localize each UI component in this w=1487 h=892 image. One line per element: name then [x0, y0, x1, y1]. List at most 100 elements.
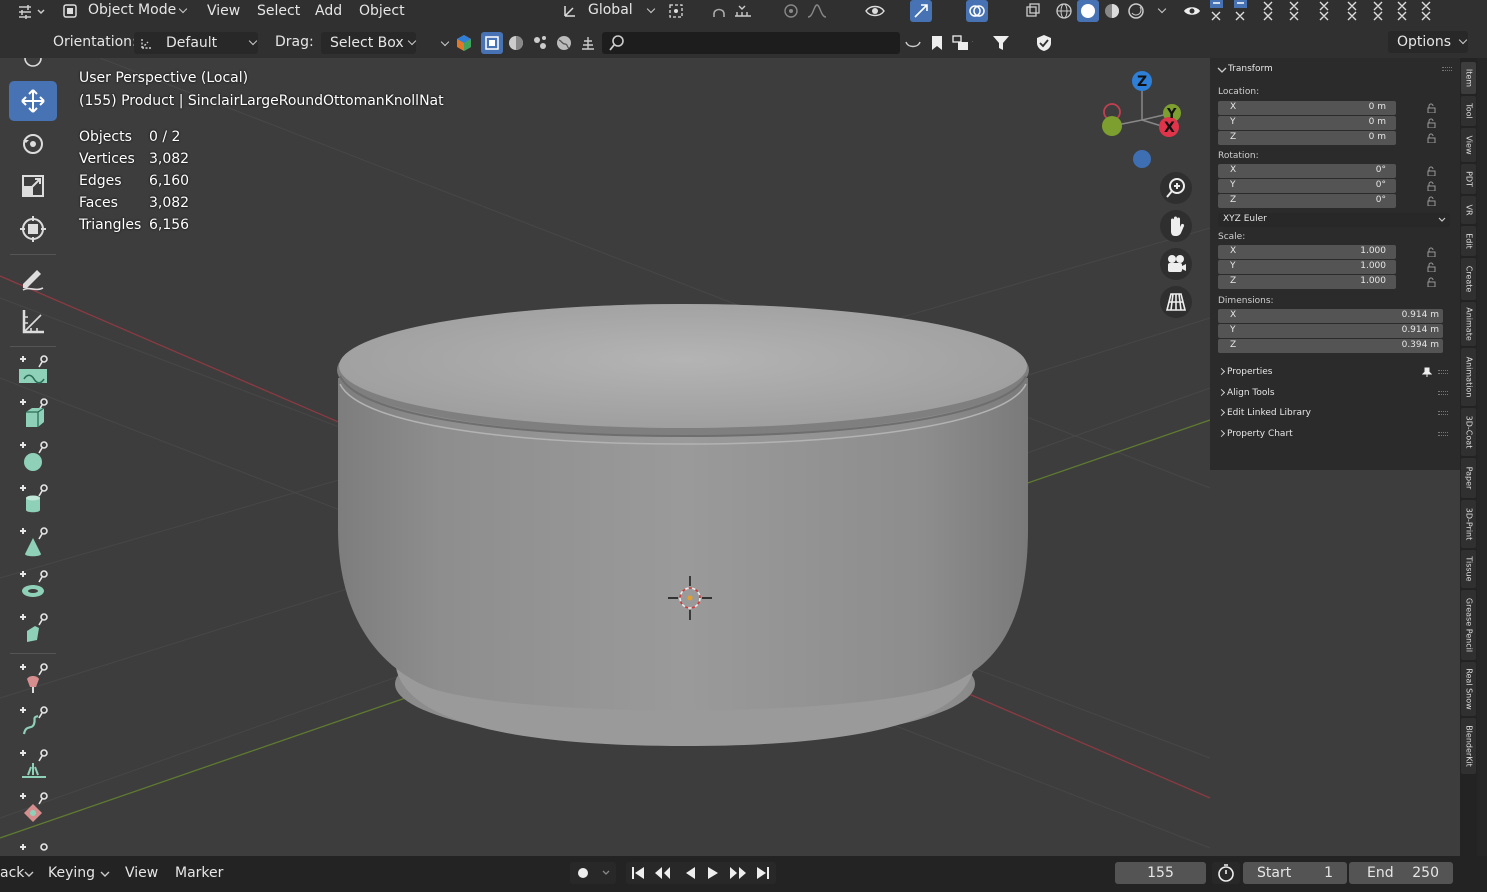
bookmark-icon[interactable] — [926, 32, 948, 54]
lock-icon[interactable] — [1426, 133, 1436, 143]
tab-blenderkit[interactable]: BlenderKit — [1461, 718, 1476, 774]
section-edit-linked-library[interactable]: Edit Linked Library — [1217, 405, 1450, 423]
perspective-toggle-icon[interactable] — [1160, 286, 1192, 318]
armature-icon[interactable] — [577, 32, 599, 54]
menu-view[interactable]: View — [207, 1, 240, 21]
snap-increment-icon[interactable] — [733, 0, 755, 22]
dimension-x-field[interactable]: X 0.914 m — [1218, 309, 1443, 323]
gizmo-toggle-icon[interactable] — [910, 0, 932, 22]
navigation-gizmo[interactable]: Z Y X — [1096, 68, 1192, 172]
tab-animate[interactable]: Animate — [1461, 302, 1476, 346]
location-z-field[interactable]: Z0 m — [1218, 131, 1396, 145]
shading-wireframe-icon[interactable] — [1053, 0, 1075, 22]
tool-annotate[interactable] — [9, 258, 57, 298]
drag-dropdown[interactable]: Select Box — [321, 32, 417, 54]
tool-move[interactable] — [9, 81, 57, 121]
tab-grease-pencil[interactable]: Grease Pencil — [1461, 590, 1476, 660]
mode-dropdown[interactable]: Object Mode — [58, 0, 192, 22]
tool-add-cone[interactable] — [9, 522, 57, 562]
lock-icon[interactable] — [1426, 247, 1436, 257]
shading-material-icon[interactable] — [1101, 0, 1123, 22]
tab-tool[interactable]: Tool — [1461, 96, 1476, 126]
transform-header[interactable]: Transform — [1210, 62, 1460, 78]
location-y-field[interactable]: Y0 m — [1218, 116, 1396, 130]
pin-icon[interactable] — [1422, 367, 1432, 377]
section-property-chart[interactable]: Property Chart — [1217, 426, 1450, 444]
tab-real-snow[interactable]: Real Snow — [1461, 662, 1476, 716]
rotation-mode-dropdown[interactable]: XYZ Euler — [1218, 213, 1450, 227]
menu-view[interactable]: View — [125, 865, 158, 881]
tool-scale[interactable] — [9, 166, 57, 206]
pivot-point-icon[interactable] — [665, 0, 687, 22]
lock-icon[interactable] — [1426, 181, 1436, 191]
tab-3d-print[interactable]: 3D-Print — [1461, 500, 1476, 548]
tool-add-curve[interactable] — [9, 701, 57, 741]
menu-playback[interactable]: ack — [0, 865, 24, 881]
scrollbar[interactable] — [1477, 58, 1487, 856]
pan-hand-icon[interactable] — [1160, 210, 1192, 242]
shading-options-chevron-icon[interactable] — [1153, 3, 1167, 19]
tool-transform[interactable] — [9, 209, 57, 249]
camera-view-icon[interactable] — [1160, 248, 1192, 280]
shading-solid-icon[interactable] — [1077, 0, 1099, 22]
tool-add-plane[interactable] — [9, 350, 57, 390]
record-button[interactable] — [570, 862, 616, 884]
section-properties[interactable]: Properties — [1217, 364, 1450, 382]
search-field[interactable] — [602, 32, 900, 54]
menu-add[interactable]: Add — [315, 1, 342, 21]
tool-add-custom[interactable] — [9, 608, 57, 648]
lock-icon[interactable] — [1426, 103, 1436, 113]
tool-cursor[interactable] — [9, 58, 57, 78]
world-icon[interactable] — [553, 32, 575, 54]
tab-item[interactable]: Item — [1461, 62, 1476, 94]
proportional-editing-icon[interactable] — [780, 0, 802, 22]
filter-funnel-icon[interactable] — [991, 32, 1013, 54]
menu-select[interactable]: Select — [257, 1, 300, 21]
curve-toggle-icon[interactable] — [902, 32, 924, 54]
eye-icon[interactable] — [1181, 0, 1203, 22]
xray-toggle-icon[interactable] — [1022, 0, 1044, 22]
select-box-mode-icon[interactable] — [481, 32, 503, 54]
rotation-z-field[interactable]: Z 0° — [1218, 194, 1396, 208]
tool-add-light[interactable] — [9, 658, 57, 698]
lock-icon[interactable] — [1426, 118, 1436, 128]
dimension-z-field[interactable]: Z 0.394 m — [1218, 339, 1443, 353]
particles-icon[interactable] — [529, 32, 551, 54]
visibility-selectability-icon[interactable] — [864, 0, 886, 22]
tab-view[interactable]: View — [1461, 128, 1476, 162]
section-align-tools[interactable]: Align Tools — [1217, 385, 1450, 403]
tool-add-cylinder[interactable] — [9, 479, 57, 519]
tab-3d-coat[interactable]: 3D-Coat — [1461, 408, 1476, 456]
tab-create[interactable]: Create — [1461, 258, 1476, 300]
lock-icon[interactable] — [1426, 262, 1436, 272]
lock-icon[interactable] — [1426, 196, 1436, 206]
rotation-y-field[interactable]: Y 0° — [1218, 179, 1396, 193]
editor-type-icon[interactable] — [16, 3, 46, 25]
menu-keying[interactable]: Keying — [48, 865, 95, 881]
tool-add-torus[interactable] — [9, 565, 57, 605]
tool-add-shape[interactable] — [9, 787, 57, 827]
start-frame-field[interactable]: Start 1 — [1243, 862, 1347, 884]
transform-orientation-dropdown[interactable]: Global — [558, 0, 656, 22]
options-dropdown[interactable]: Options — [1388, 31, 1468, 53]
overlays-toggle-icon[interactable] — [966, 0, 988, 22]
menu-object[interactable]: Object — [359, 1, 405, 21]
stopwatch-icon[interactable] — [1212, 862, 1240, 884]
end-frame-field[interactable]: End 250 — [1349, 862, 1453, 884]
scale-z-field[interactable]: Z 1.000 — [1218, 275, 1396, 289]
tool-add-more[interactable] — [9, 830, 57, 856]
falloff-icon[interactable] — [806, 0, 828, 22]
scale-x-field[interactable]: X 1.000 — [1218, 245, 1396, 259]
orientation-dropdown[interactable]: Default — [134, 32, 258, 54]
tab-animation[interactable]: Animation — [1461, 348, 1476, 406]
shield-icon[interactable] — [1033, 32, 1055, 54]
collection-visibility-toggles[interactable] — [1208, 0, 1458, 22]
tool-measure[interactable] — [9, 301, 57, 341]
shading-rendered-icon[interactable] — [1125, 0, 1147, 22]
tool-add-grass[interactable] — [9, 744, 57, 784]
lock-icon[interactable] — [1426, 277, 1436, 287]
dimension-y-field[interactable]: Y 0.914 m — [1218, 324, 1443, 338]
tool-add-cube[interactable] — [9, 393, 57, 433]
sphere-shaded-icon[interactable] — [505, 32, 527, 54]
tool-add-sphere[interactable] — [9, 436, 57, 476]
